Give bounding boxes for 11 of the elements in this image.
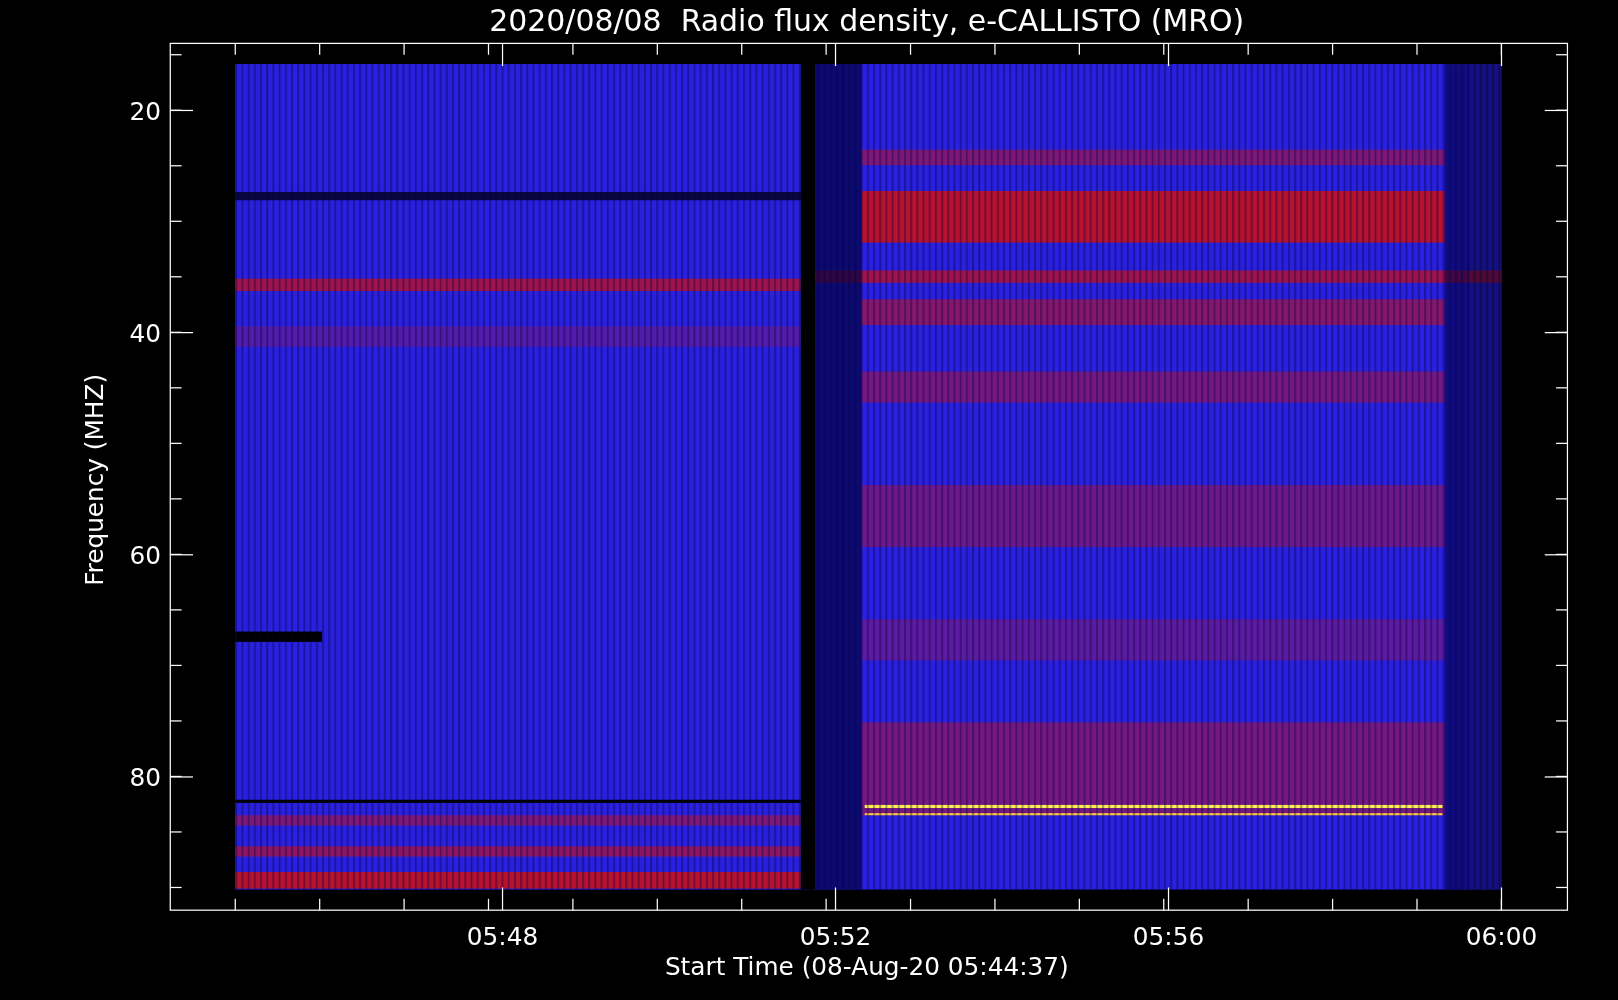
y-tick-label: 40 (129, 318, 161, 348)
y-tick-label: 60 (129, 541, 161, 571)
x-tick-label: 05:52 (799, 922, 872, 952)
x-tick-label: 05:48 (466, 922, 539, 952)
x-tick-label: 06:00 (1465, 922, 1538, 952)
y-tick-label: 80 (129, 763, 161, 793)
y-axis-label: Frequency (MHZ) (80, 373, 110, 586)
x-tick-label: 05:56 (1132, 922, 1205, 952)
x-axis-label: Start Time (08-Aug-20 05:44:37) (664, 952, 1069, 982)
y-tick-label: 20 (129, 96, 161, 126)
plot-title: 2020/08/08 Radio flux density, e-CALLISTO (MRO) (489, 3, 1245, 38)
